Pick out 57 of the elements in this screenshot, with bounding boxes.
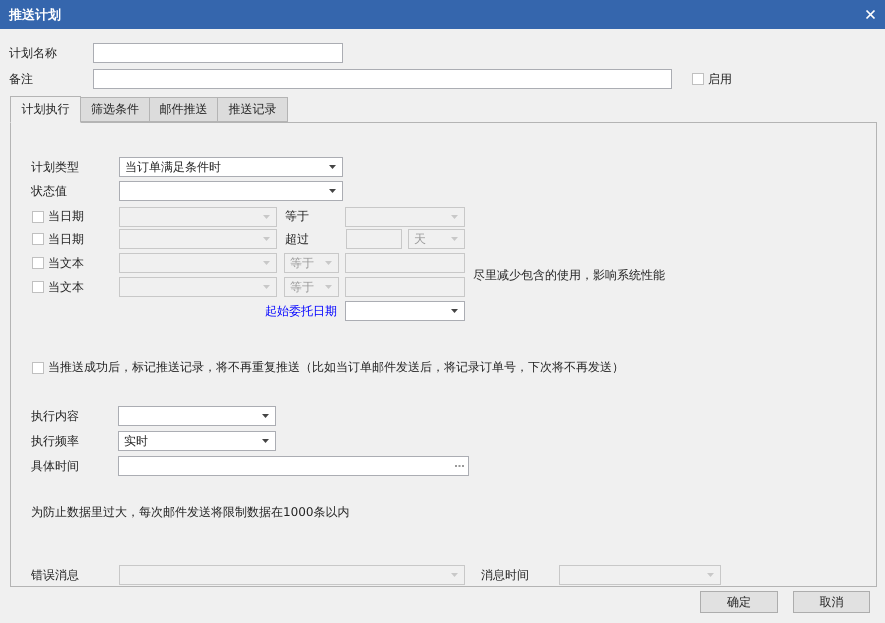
operator-label: 超过: [284, 230, 310, 248]
checkbox-label: 当文本: [48, 278, 84, 296]
field-label: 错误消息: [31, 566, 80, 584]
tab[interactable]: 筛选条件: [80, 97, 150, 122]
field-label: 执行内容: [31, 408, 80, 424]
tab[interactable]: 邮件推送: [149, 97, 218, 122]
checkbox[interactable]: [32, 362, 44, 374]
dropdown[interactable]: [118, 406, 276, 426]
checkbox[interactable]: [32, 233, 44, 245]
dropdown[interactable]: 实时: [118, 431, 276, 451]
cancel-button[interactable]: 取消: [793, 591, 870, 613]
operator-label: 等于: [284, 208, 310, 225]
caret-icon: [263, 214, 270, 218]
checkbox[interactable]: [692, 73, 704, 85]
ok-button[interactable]: 确定: [700, 591, 778, 613]
dropdown[interactable]: 当订单满足条件时: [119, 157, 343, 177]
tab[interactable]: 计划执行: [10, 96, 81, 123]
caret-icon: [329, 165, 336, 169]
caret-icon: [325, 261, 332, 265]
dropdown[interactable]: [345, 301, 465, 321]
checkbox-label: 当推送成功后，标记推送记录，将不再重复推送（比如当订单邮件发送后，将记录订单号，下次将不再发送）: [48, 359, 624, 376]
checkbox-label: 当日期: [48, 208, 84, 225]
caret-icon: [325, 285, 332, 289]
caret-icon: [263, 285, 270, 289]
field-label: 执行频率: [31, 432, 80, 450]
caret-icon: [451, 237, 458, 241]
dropdown[interactable]: [119, 181, 343, 201]
input-field[interactable]: [93, 43, 343, 63]
checkbox[interactable]: [32, 281, 44, 293]
caret-icon: [262, 439, 269, 443]
checkbox-label: 当日期: [48, 230, 84, 248]
hint-text: 尽里减少包含的使用，影响系统性能: [472, 266, 666, 284]
field-label: 备注: [9, 70, 34, 88]
close-icon[interactable]: [866, 10, 875, 19]
caret-icon: [263, 261, 270, 265]
caret-icon: [707, 573, 714, 577]
field-label: 消息时间: [481, 566, 530, 584]
caret-icon: [451, 573, 458, 577]
checkbox[interactable]: [32, 210, 44, 222]
caret-icon: [262, 414, 269, 418]
caret-icon: [451, 214, 458, 218]
caret-icon: [451, 309, 458, 313]
time-field[interactable]: [118, 456, 469, 476]
tab[interactable]: 推送记录: [217, 97, 288, 122]
caret-icon: [263, 237, 270, 241]
input-field[interactable]: [93, 69, 672, 89]
checkbox-label: 当文本: [48, 254, 84, 272]
checkbox[interactable]: [32, 257, 44, 269]
window-title: 推送计划: [9, 6, 61, 24]
field-label: 计划名称: [9, 44, 58, 62]
caret-icon: [329, 189, 336, 193]
field-label: 计划类型: [31, 158, 80, 176]
field-label: 具体时间: [31, 458, 80, 474]
field-label: 状态值: [31, 182, 68, 200]
checkbox-label: 启用: [708, 70, 732, 88]
start-date-link[interactable]: 起始委托日期: [265, 302, 337, 320]
hint-text: 为防止数据里过大，每次邮件发送将限制数据在1000条以内: [31, 504, 351, 521]
